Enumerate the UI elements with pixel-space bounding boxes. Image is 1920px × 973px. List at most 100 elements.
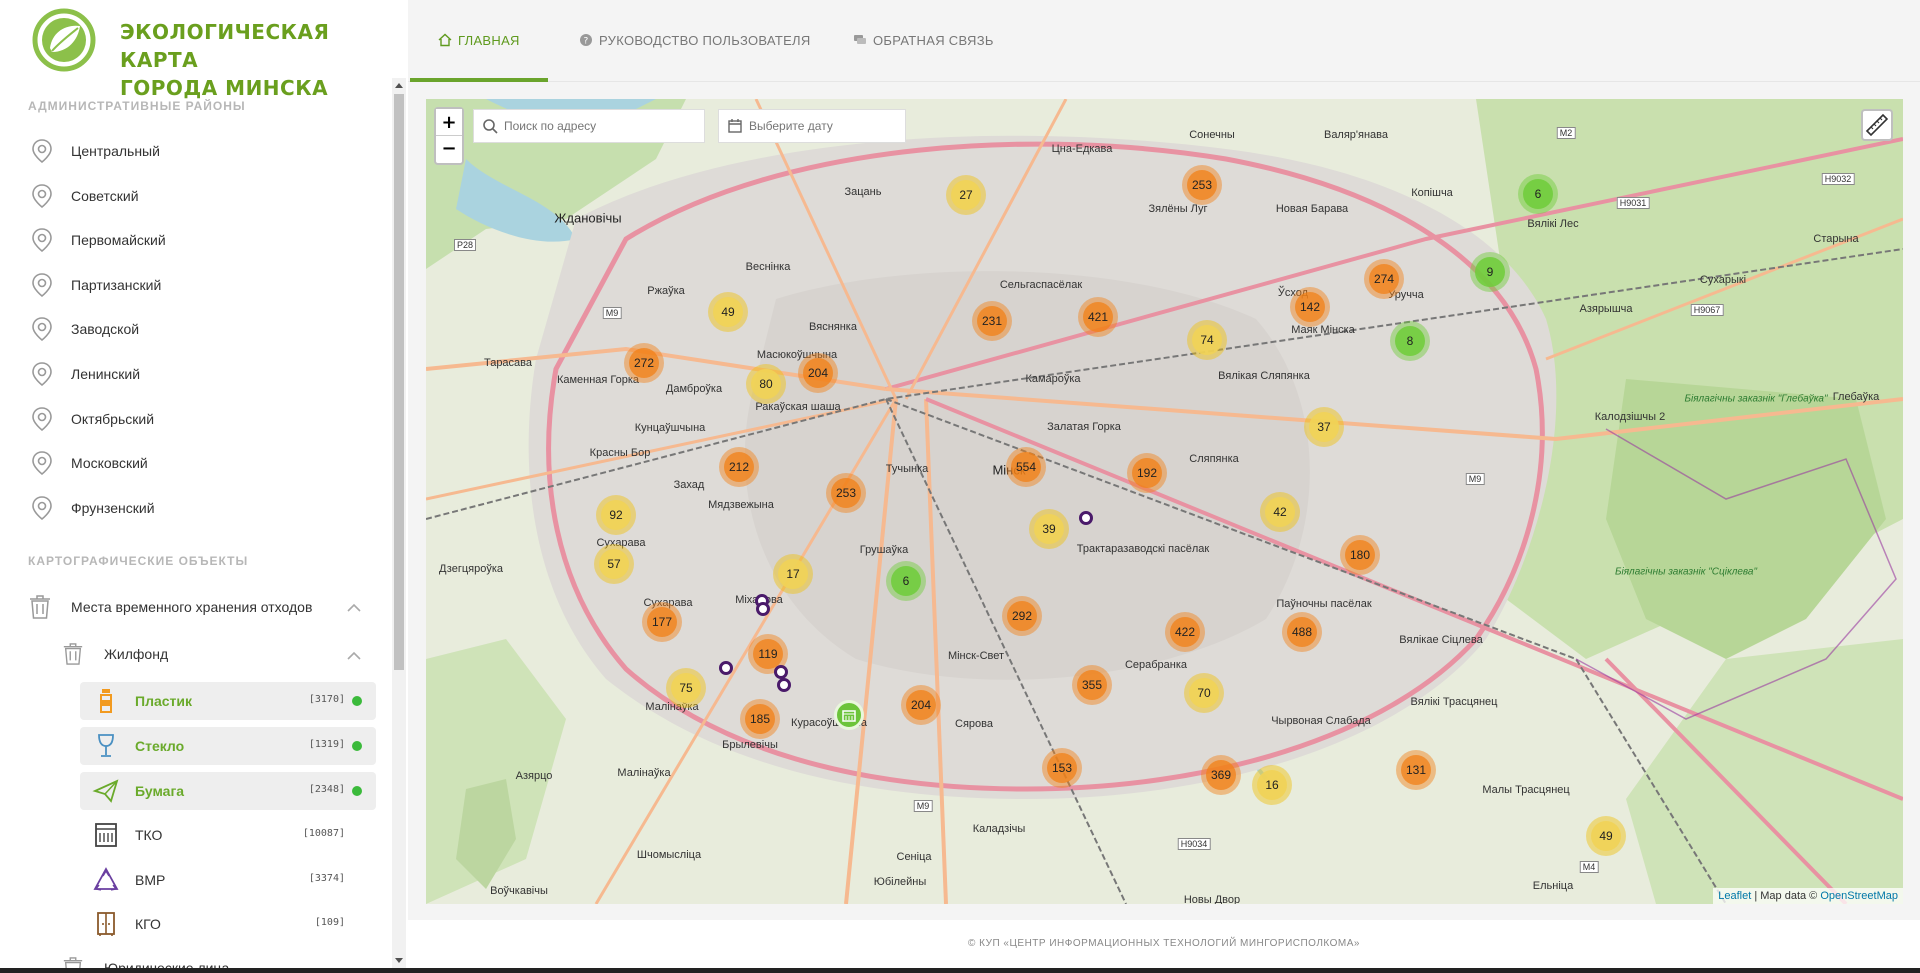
district-item-oktyabrsky[interactable]: Октябрьский <box>28 403 388 435</box>
marker-cluster[interactable]: 274 <box>1364 259 1404 299</box>
map-point-marker[interactable] <box>777 678 791 692</box>
district-item-moskovsky[interactable]: Московский <box>28 447 388 479</box>
marker-cluster[interactable]: 74 <box>1187 320 1227 360</box>
waste-type-glass[interactable]: Стекло [1319] <box>80 727 376 765</box>
marker-cluster[interactable]: 272 <box>624 343 664 383</box>
chevron-up-icon[interactable] <box>346 603 362 613</box>
marker-cluster[interactable]: 27 <box>946 175 986 215</box>
leaflet-link[interactable]: Leaflet <box>1718 890 1751 902</box>
map-view[interactable]: Ждановічы Веснінка Зацань Цна-Едкава Сон… <box>426 99 1903 904</box>
waste-type-plastic[interactable]: Пластик [3170] <box>80 682 376 720</box>
cluster-count: 37 <box>1309 412 1339 442</box>
marker-cluster[interactable]: 92 <box>596 495 636 535</box>
location-pin-icon <box>32 184 52 209</box>
marker-cluster[interactable]: 6 <box>886 561 926 601</box>
marker-cluster[interactable]: 37 <box>1304 407 1344 447</box>
marker-cluster[interactable]: 142 <box>1290 287 1330 327</box>
waste-type-vmr[interactable]: ВМР [3374] <box>80 861 376 899</box>
tab-user-guide[interactable]: ? РУКОВОДСТВО ПОЛЬЗОВАТЕЛЯ <box>579 30 811 50</box>
zoom-out-button[interactable]: − <box>436 135 462 161</box>
marker-cluster[interactable]: 204 <box>901 685 941 725</box>
road-shield: H9034 <box>1177 838 1211 850</box>
sidebar-scrollbar[interactable] <box>392 78 406 968</box>
marker-cluster[interactable]: 231 <box>972 301 1012 341</box>
marker-cluster[interactable]: 192 <box>1127 453 1167 493</box>
marker-cluster[interactable]: 355 <box>1072 665 1112 705</box>
date-picker-box[interactable] <box>718 109 906 143</box>
map-point-marker[interactable] <box>774 665 788 679</box>
scroll-down-arrow-icon[interactable] <box>395 958 403 963</box>
map-label-kaladziy: Каладзічы <box>972 823 1026 835</box>
marker-cluster[interactable]: 180 <box>1340 535 1380 575</box>
marker-cluster[interactable]: 49 <box>708 292 748 332</box>
map-label-tarasava: Тарасава <box>483 357 533 369</box>
tab-feedback[interactable]: ОБРАТНАЯ СВЯЗЬ <box>853 30 994 50</box>
waste-type-tko[interactable]: ТКО [10087] <box>80 816 376 854</box>
group-waste-storage[interactable]: Места временного хранения отходов <box>28 592 368 622</box>
district-item-pervomaisky[interactable]: Первомайский <box>28 224 388 256</box>
waste-type-paper[interactable]: Бумага [2348] <box>80 772 376 810</box>
map-point-marker[interactable] <box>719 661 733 675</box>
marker-cluster[interactable]: 16 <box>1252 765 1292 805</box>
tab-home[interactable]: ГЛАВНАЯ <box>438 30 520 50</box>
marker-cluster[interactable]: 488 <box>1282 612 1322 652</box>
scroll-up-arrow-icon[interactable] <box>395 83 403 88</box>
zoom-in-button[interactable]: + <box>436 109 462 135</box>
marker-cluster[interactable]: 42 <box>1260 492 1300 532</box>
address-search-box[interactable] <box>473 109 705 143</box>
district-item-sovetsky[interactable]: Советский <box>28 180 388 212</box>
waste-type-kgo[interactable]: КГО [109] <box>80 905 376 943</box>
container-icon <box>95 823 117 847</box>
marker-cluster[interactable]: 70 <box>1184 673 1224 713</box>
map-base-layer <box>426 99 1903 904</box>
map-label-valeryanava: Валяр'янава <box>1323 129 1389 141</box>
measure-tool-button[interactable] <box>1861 109 1893 141</box>
marker-cluster[interactable]: 212 <box>719 447 759 487</box>
marker-cluster[interactable]: 49 <box>1586 816 1626 856</box>
scrollbar-thumb[interactable] <box>394 94 404 670</box>
subgroup-housing[interactable]: Жилфонд <box>62 639 362 669</box>
chevron-up-icon[interactable] <box>346 651 362 661</box>
trash-icon <box>30 595 50 619</box>
marker-cluster[interactable]: 6 <box>1518 174 1558 214</box>
marker-cluster[interactable]: 17 <box>773 554 813 594</box>
marker-cluster[interactable]: 9 <box>1470 252 1510 292</box>
marker-cluster[interactable]: 75 <box>666 668 706 708</box>
marker-cluster[interactable]: 177 <box>642 602 682 642</box>
marker-cluster[interactable]: 80 <box>746 364 786 404</box>
map-label-kamennaya: Каменная Горка <box>556 374 640 386</box>
marker-cluster[interactable]: 153 <box>1042 748 1082 788</box>
marker-cluster[interactable]: 131 <box>1396 750 1436 790</box>
logo[interactable]: ЭКОЛОГИЧЕСКАЯ КАРТА ГОРОДА МИНСКА <box>32 8 392 100</box>
cluster-count: 274 <box>1369 264 1399 294</box>
marker-cluster[interactable]: 39 <box>1029 509 1069 549</box>
district-label: Октябрьский <box>71 411 155 427</box>
marker-cluster[interactable]: 422 <box>1165 612 1205 652</box>
district-item-leninsky[interactable]: Ленинский <box>28 358 388 390</box>
marker-cluster[interactable]: 369 <box>1201 755 1241 795</box>
marker-cluster[interactable]: 57 <box>594 544 634 584</box>
marker-cluster[interactable]: 253 <box>1182 165 1222 205</box>
marker-cluster[interactable]: 204 <box>798 353 838 393</box>
district-item-central[interactable]: Центральный <box>28 135 388 167</box>
map-point-container-marker[interactable] <box>834 700 864 730</box>
marker-cluster[interactable]: 253 <box>826 473 866 513</box>
marker-cluster[interactable]: 421 <box>1078 297 1118 337</box>
address-search-input[interactable] <box>504 119 684 133</box>
marker-cluster[interactable]: 554 <box>1006 447 1046 487</box>
marker-cluster[interactable]: 8 <box>1390 321 1430 361</box>
district-item-zavodskoy[interactable]: Заводской <box>28 313 388 345</box>
map-label-vyasnyanka: Вяснянка <box>809 321 857 333</box>
cluster-count: 180 <box>1345 540 1375 570</box>
tab-label: ГЛАВНАЯ <box>458 32 520 48</box>
marker-cluster[interactable]: 185 <box>740 699 780 739</box>
district-item-partizansky[interactable]: Партизанский <box>28 269 388 301</box>
osm-link[interactable]: OpenStreetMap <box>1820 890 1898 902</box>
district-label: Московский <box>71 455 148 471</box>
map-point-marker[interactable] <box>756 602 770 616</box>
marker-cluster[interactable]: 292 <box>1002 596 1042 636</box>
map-point-marker[interactable] <box>1079 511 1093 525</box>
date-picker-input[interactable] <box>749 119 889 133</box>
cluster-count: 49 <box>713 297 743 327</box>
district-item-frunzensky[interactable]: Фрунзенский <box>28 492 388 524</box>
